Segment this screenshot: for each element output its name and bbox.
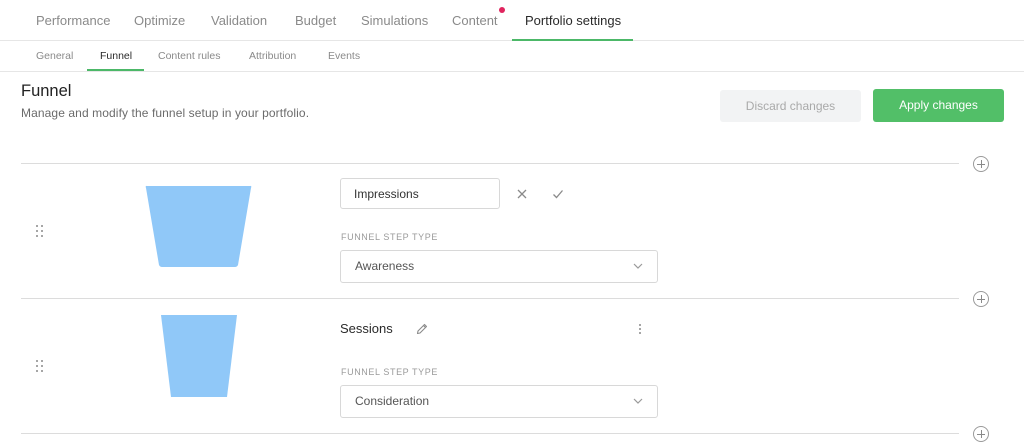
funnel-step-type-label: FUNNEL STEP TYPE — [341, 232, 438, 242]
tab-optimize[interactable]: Optimize — [134, 0, 185, 41]
tab-performance[interactable]: Performance — [36, 0, 110, 41]
drag-handle-icon[interactable] — [36, 360, 44, 372]
funnel-step-type-select[interactable]: Awareness — [340, 250, 658, 283]
pencil-icon[interactable] — [415, 322, 429, 336]
funnel-step-type-label: FUNNEL STEP TYPE — [341, 367, 438, 377]
step-divider — [21, 163, 959, 164]
subtab-general[interactable]: General — [36, 41, 73, 72]
close-icon[interactable] — [515, 187, 529, 201]
page-title: Funnel — [21, 82, 72, 100]
tab-validation[interactable]: Validation — [211, 0, 267, 41]
funnel-step-type-value: Consideration — [355, 394, 430, 408]
funnel-step-type-value: Awareness — [355, 259, 415, 273]
subtab-events[interactable]: Events — [328, 41, 360, 72]
subtab-funnel[interactable]: Funnel — [100, 41, 132, 72]
notification-dot — [499, 7, 505, 13]
tab-portfolio-settings[interactable]: Portfolio settings — [525, 0, 621, 41]
step-divider — [21, 433, 959, 434]
funnel-step-type-select[interactable]: Consideration — [340, 385, 658, 418]
tab-simulations[interactable]: Simulations — [361, 0, 428, 41]
funnel-shape-consideration — [161, 315, 237, 397]
funnel-shape-awareness — [145, 185, 252, 267]
add-step-icon[interactable] — [973, 156, 989, 172]
add-step-icon[interactable] — [973, 291, 989, 307]
page-subtitle: Manage and modify the funnel setup in yo… — [21, 106, 310, 120]
more-vertical-icon[interactable] — [633, 322, 647, 336]
subtab-attribution[interactable]: Attribution — [249, 41, 296, 72]
chevron-down-icon — [633, 398, 643, 404]
apply-changes-button[interactable]: Apply changes — [873, 89, 1004, 122]
sub-navigation: General Funnel Content rules Attribution… — [0, 41, 1024, 72]
chevron-down-icon — [633, 263, 643, 269]
add-step-icon[interactable] — [973, 426, 989, 442]
step-name: Sessions — [340, 321, 393, 336]
top-navigation: Performance Optimize Validation Budget S… — [0, 0, 1024, 41]
check-icon[interactable] — [551, 187, 565, 201]
step-name-input[interactable] — [340, 178, 500, 209]
step-divider — [21, 298, 959, 299]
tab-budget[interactable]: Budget — [295, 0, 336, 41]
tab-content[interactable]: Content — [452, 0, 498, 41]
subtab-content-rules[interactable]: Content rules — [158, 41, 220, 72]
active-subtab-indicator — [87, 69, 144, 71]
discard-changes-button[interactable]: Discard changes — [720, 90, 861, 122]
drag-handle-icon[interactable] — [36, 225, 44, 237]
